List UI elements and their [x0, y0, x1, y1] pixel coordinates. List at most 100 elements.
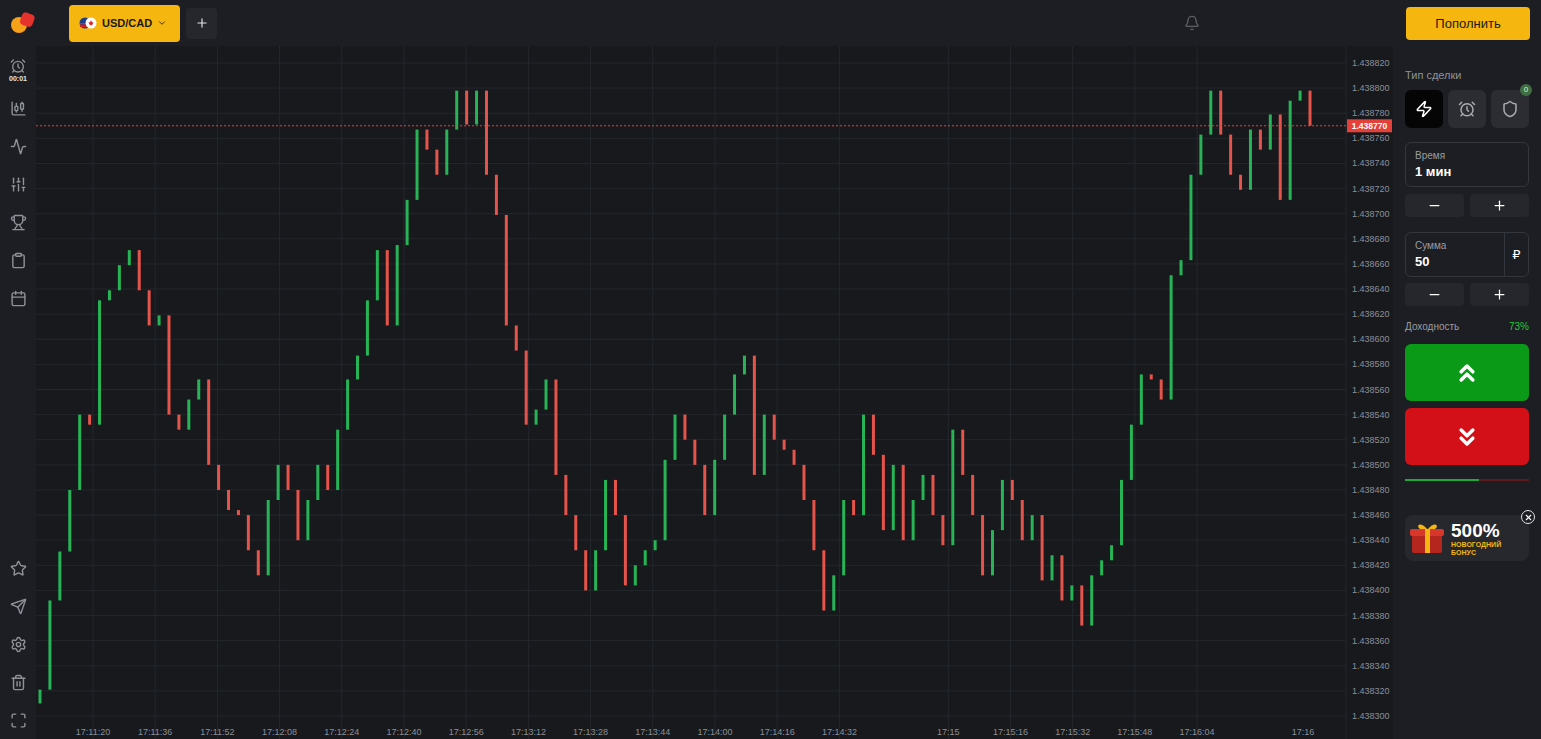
fullscreen-icon	[10, 712, 27, 729]
price-bar	[187, 400, 190, 430]
time-field[interactable]: Время1 мин	[1405, 142, 1529, 187]
price-tick: 1.438580	[1352, 359, 1390, 369]
sidebar-item[interactable]	[0, 165, 36, 203]
buy-up-button[interactable]	[1405, 344, 1529, 401]
time-increase-button[interactable]	[1470, 194, 1529, 217]
trophy-icon	[10, 214, 27, 231]
chevrons-down-icon	[1453, 423, 1481, 451]
price-tick: 1.438320	[1352, 686, 1390, 696]
sidebar-item[interactable]	[0, 241, 36, 279]
sidebar-item[interactable]	[0, 89, 36, 127]
sentiment-bar	[1405, 479, 1529, 481]
price-bar	[1060, 555, 1063, 600]
price-bar	[862, 415, 865, 515]
promo-close-button[interactable]	[1521, 510, 1535, 524]
amount-field[interactable]: Сумма50₽	[1405, 232, 1529, 277]
price-tick: 1.438500	[1352, 460, 1390, 470]
grid-line	[404, 46, 405, 739]
time-tick: 17:12:40	[386, 727, 421, 737]
deposit-button[interactable]: Пополнить	[1406, 7, 1530, 40]
gift-icon	[1407, 519, 1447, 557]
amount-increase-button[interactable]	[1470, 283, 1529, 306]
price-bar	[822, 550, 825, 610]
grid-line	[36, 389, 1346, 390]
price-bar	[564, 475, 567, 515]
price-bar	[1180, 260, 1183, 275]
price-bar	[783, 440, 786, 450]
grid-line	[36, 665, 1346, 666]
price-bar	[207, 379, 210, 464]
sidebar-item[interactable]	[0, 549, 36, 587]
chevrons-up-icon	[1453, 359, 1481, 387]
current-price-tag	[1347, 119, 1392, 132]
price-bar	[614, 480, 617, 515]
price-bar	[802, 465, 805, 500]
sidebar-item[interactable]	[0, 625, 36, 663]
price-bar	[584, 550, 587, 590]
price-bar	[1309, 91, 1312, 126]
minus-icon	[1427, 198, 1442, 213]
price-bar	[326, 465, 329, 490]
price-bar	[624, 515, 627, 585]
price-tick: 1.438700	[1352, 209, 1390, 219]
price-bar	[644, 550, 647, 565]
trade-type-button[interactable]	[1448, 90, 1486, 128]
price-tick: 1.438460	[1352, 510, 1390, 520]
trade-type-button[interactable]	[1405, 90, 1443, 128]
add-asset-button[interactable]	[186, 8, 217, 39]
promo-banner[interactable]: 500%НОВОГОДНИЙБОНУС	[1405, 515, 1529, 561]
price-chart[interactable]: 1.4388201.4388001.4387801.4387601.438740…	[36, 46, 1393, 739]
price-bar	[197, 379, 200, 399]
price-bar	[743, 356, 746, 375]
grid-line	[36, 464, 1346, 465]
sidebar-item[interactable]	[0, 127, 36, 165]
axis-line	[1346, 46, 1347, 739]
timer-item[interactable]: 00:01	[0, 58, 36, 89]
price-tick: 1.438400	[1352, 585, 1390, 595]
price-bar	[277, 465, 280, 500]
grid-line	[36, 138, 1346, 139]
price-bar	[535, 410, 538, 425]
promo-caption: БОНУС	[1451, 549, 1501, 556]
price-bar	[1110, 545, 1113, 560]
price-bar	[316, 465, 319, 500]
sidebar-item[interactable]	[0, 701, 36, 739]
grid-line	[36, 439, 1346, 440]
grid-line	[839, 46, 840, 739]
main-area: 00:011.4388201.4388001.4387801.4387601.4…	[0, 46, 1541, 739]
grid-line	[590, 46, 591, 739]
sell-down-button[interactable]	[1405, 408, 1529, 465]
price-bar	[98, 300, 101, 424]
sidebar-item[interactable]	[0, 279, 36, 317]
asset-tab[interactable]: USD/CAD	[69, 5, 180, 42]
sidebar-item[interactable]	[0, 203, 36, 241]
price-bar	[1209, 91, 1212, 135]
time-decrease-button[interactable]	[1405, 194, 1464, 217]
star-icon	[10, 560, 27, 577]
logo-icon[interactable]	[8, 8, 38, 38]
price-bar	[167, 315, 170, 414]
price-tick: 1.438600	[1352, 334, 1390, 344]
price-bar	[485, 91, 488, 175]
price-bar	[882, 455, 885, 530]
activity-icon	[10, 138, 27, 155]
trade-type-button[interactable]: 0	[1491, 90, 1529, 128]
price-bar	[1259, 130, 1262, 150]
notifications-button[interactable]	[1184, 13, 1200, 33]
sidebar-item[interactable]	[0, 663, 36, 701]
price-bar	[465, 91, 468, 125]
price-bar	[1229, 135, 1232, 175]
telegram-icon	[10, 598, 27, 615]
time-tick: 17:14:16	[760, 727, 795, 737]
currency-button[interactable]: ₽	[1504, 233, 1528, 276]
price-bar	[227, 490, 230, 510]
sidebar-item[interactable]	[0, 587, 36, 625]
price-bar	[58, 551, 61, 600]
price-bar	[366, 300, 369, 355]
price-bar	[78, 415, 81, 490]
price-bar	[1011, 480, 1014, 500]
grid-line	[1072, 46, 1073, 739]
amount-decrease-button[interactable]	[1405, 283, 1464, 306]
time-tick: 17:11:52	[200, 727, 234, 737]
price-bar	[386, 250, 389, 325]
